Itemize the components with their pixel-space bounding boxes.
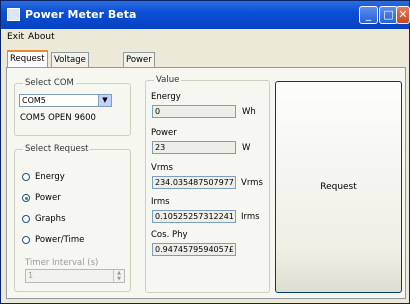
irms-unit: Irms [241,212,260,222]
app-window: Power Meter Beta _ □ ✕ Exit About Reques… [0,0,410,304]
radio-graphs-label: Graphs [35,214,66,224]
minimize-button[interactable]: _ [359,6,378,24]
app-icon [7,8,20,21]
timer-interval-label: Timer Interval (s) [25,258,99,268]
radio-power-time-label: Power/Time [35,235,85,245]
cos-phy-field[interactable]: 0.9474579594057£ [152,243,236,256]
energy-unit: Wh [242,107,256,117]
radio-energy[interactable] [22,173,30,181]
vrms-label: Vrms [151,163,173,173]
title-bar[interactable]: Power Meter Beta _ □ ✕ [1,1,410,29]
chevron-down-icon[interactable]: ▼ [98,95,111,106]
timer-interval-value: 1 [28,271,34,280]
tab-voltage-current[interactable]: Voltage Current [51,52,89,79]
request-button-label: Request [320,182,357,192]
spinner-buttons[interactable]: ▲ ▼ [113,270,124,282]
radio-graphs[interactable] [22,215,30,223]
radio-power[interactable] [22,194,30,202]
select-com-group: Select COM [14,78,131,136]
energy-field[interactable]: 0 [152,105,236,118]
menu-bar: Exit About [1,30,409,44]
vrms-field[interactable]: 234.035487507977 [152,176,236,189]
power-label: Power [151,128,177,138]
request-button[interactable]: Request [275,81,402,293]
radio-power-time[interactable] [22,236,30,244]
select-com-label: Select COM [23,78,76,88]
window-title: Power Meter Beta [25,8,137,21]
close-button[interactable]: ✕ [396,6,410,24]
com-port-select[interactable]: COM5 ▼ [19,94,112,107]
menu-exit[interactable]: Exit [7,32,24,42]
radio-energy-label: Energy [35,172,65,182]
select-request-label: Select Request [23,144,91,154]
energy-label: Energy [151,92,181,102]
value-group-label: Value [154,75,182,85]
power-field[interactable]: 23 [152,141,236,154]
timer-interval-spinner[interactable]: 1 ▲ ▼ [25,269,125,283]
menu-about[interactable]: About [28,32,55,42]
cos-phy-label: Cos. Phy [151,230,188,240]
irms-field[interactable]: 0.10525257312241 [152,210,236,223]
spin-down-icon[interactable]: ▼ [114,276,124,282]
com-status: COM5 OPEN 9600 [20,113,96,123]
radio-power-label: Power [35,193,61,203]
irms-label: Irms [151,197,170,207]
tab-power[interactable]: Power [123,52,155,67]
power-unit: W [242,143,251,153]
vrms-unit: Vrms [241,178,263,188]
com-port-value: COM5 [22,96,46,105]
